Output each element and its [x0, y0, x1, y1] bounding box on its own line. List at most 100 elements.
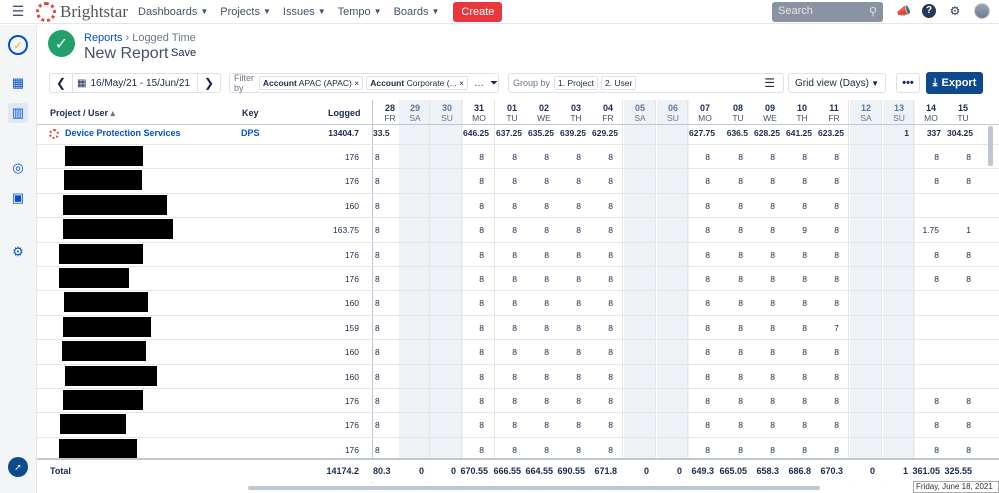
- user-day-value[interactable]: 1: [943, 225, 971, 235]
- day-header-03[interactable]: 03 TH: [560, 103, 592, 123]
- redacted-user-name[interactable]: [63, 194, 167, 215]
- user-day-value[interactable]: 8: [811, 396, 839, 406]
- user-day-value[interactable]: 8: [585, 445, 613, 455]
- day-header-05[interactable]: 05 SA: [624, 103, 656, 123]
- user-day-value[interactable]: 8: [521, 372, 549, 382]
- project-day-value[interactable]: 639.25: [558, 128, 586, 138]
- previous-period-button[interactable]: ❮: [50, 73, 72, 93]
- user-day-value[interactable]: 8: [553, 347, 581, 357]
- redacted-user-name[interactable]: [63, 316, 151, 337]
- user-day-value[interactable]: 8: [521, 420, 549, 430]
- user-day-value[interactable]: 8: [779, 152, 807, 162]
- user-day-value[interactable]: 8: [489, 274, 517, 284]
- nav-tempo[interactable]: Tempo ▼: [338, 6, 382, 18]
- user-day-value[interactable]: 8: [715, 298, 743, 308]
- user-day-value[interactable]: 8: [811, 176, 839, 186]
- user-day-value[interactable]: 8: [747, 201, 775, 211]
- filter-chip-account-corporate[interactable]: Account Corporate (... ×: [366, 76, 468, 90]
- user-day-value[interactable]: 8: [521, 152, 549, 162]
- user-day-value[interactable]: 8: [456, 152, 484, 162]
- day-header-09[interactable]: 09 WE: [754, 103, 786, 123]
- brand-logo[interactable]: Brightstar: [36, 1, 128, 22]
- user-day-value[interactable]: 8: [779, 274, 807, 284]
- user-day-value[interactable]: 8: [585, 201, 613, 211]
- user-day-value[interactable]: 8: [489, 201, 517, 211]
- user-day-value[interactable]: 8: [585, 250, 613, 260]
- day-header-14[interactable]: 14 MO: [915, 103, 947, 123]
- user-day-value[interactable]: 8: [456, 396, 484, 406]
- day-header-13[interactable]: 13 SU: [883, 103, 915, 123]
- day-header-15[interactable]: 15 TU: [947, 103, 979, 123]
- user-day-value[interactable]: 8: [585, 274, 613, 284]
- help-icon[interactable]: ?: [922, 4, 936, 18]
- user-day-value[interactable]: 8: [715, 176, 743, 186]
- user-day-value[interactable]: 8: [943, 445, 971, 455]
- user-day-value[interactable]: 8: [456, 445, 484, 455]
- project-name[interactable]: Device Protection Services: [65, 128, 181, 138]
- user-day-value[interactable]: 8: [715, 396, 743, 406]
- user-day-value[interactable]: 8: [489, 225, 517, 235]
- user-day-value[interactable]: 8: [682, 445, 710, 455]
- user-day-value[interactable]: 8: [682, 323, 710, 333]
- project-day-value[interactable]: 646.25: [461, 128, 489, 138]
- project-day-value[interactable]: 628.25: [752, 128, 780, 138]
- user-day-value[interactable]: 8: [779, 250, 807, 260]
- user-day-value[interactable]: 8: [715, 445, 743, 455]
- redacted-user-name[interactable]: [65, 146, 143, 166]
- user-day-value[interactable]: 8: [456, 298, 484, 308]
- day-header-29[interactable]: 29 SA: [399, 103, 431, 123]
- user-day-value[interactable]: 8: [682, 152, 710, 162]
- menu-icon[interactable]: ☰: [0, 3, 36, 20]
- user-day-value[interactable]: 8: [521, 347, 549, 357]
- user-day-value[interactable]: 8: [521, 250, 549, 260]
- user-day-value[interactable]: 8: [943, 250, 971, 260]
- user-day-value[interactable]: 8: [811, 274, 839, 284]
- user-day-value[interactable]: 8: [779, 372, 807, 382]
- gear-icon[interactable]: ⚙: [948, 4, 962, 18]
- nav-issues[interactable]: Issues ▼: [283, 6, 326, 18]
- settings-icon[interactable]: ⚙: [8, 242, 28, 262]
- user-day-value[interactable]: 8: [747, 396, 775, 406]
- user-day-value[interactable]: 8: [715, 420, 743, 430]
- project-day-value[interactable]: 623.25: [816, 128, 844, 138]
- horizontal-scrollbar[interactable]: [248, 486, 820, 490]
- create-button[interactable]: Create: [453, 1, 503, 22]
- user-day-value[interactable]: 8: [489, 176, 517, 186]
- user-day-value[interactable]: 8: [682, 176, 710, 186]
- user-day-value[interactable]: 8: [585, 420, 613, 430]
- user-day-value[interactable]: 8: [747, 225, 775, 235]
- user-day-value[interactable]: 8: [585, 152, 613, 162]
- user-day-value[interactable]: 8: [911, 274, 939, 284]
- group-chip-user[interactable]: 2. User: [600, 76, 637, 90]
- user-day-value[interactable]: 8: [715, 323, 743, 333]
- user-day-value[interactable]: 8: [375, 323, 403, 333]
- reports-icon[interactable]: ▥: [8, 103, 28, 123]
- user-day-value[interactable]: 8: [811, 225, 839, 235]
- project-day-value[interactable]: 337: [913, 128, 941, 138]
- user-day-value[interactable]: 8: [553, 152, 581, 162]
- user-day-value[interactable]: 8: [489, 396, 517, 406]
- project-day-value[interactable]: 629.25: [590, 128, 618, 138]
- more-actions-button[interactable]: •••: [896, 73, 920, 93]
- user-day-value[interactable]: 8: [521, 176, 549, 186]
- user-day-value[interactable]: 8: [456, 420, 484, 430]
- user-day-value[interactable]: 8: [456, 323, 484, 333]
- user-day-value[interactable]: 8: [553, 323, 581, 333]
- export-button[interactable]: ⤓ Export: [926, 72, 983, 94]
- user-day-value[interactable]: 8: [943, 152, 971, 162]
- user-day-value[interactable]: 8: [375, 176, 403, 186]
- user-day-value[interactable]: 8: [911, 420, 939, 430]
- user-day-value[interactable]: 8: [375, 250, 403, 260]
- user-day-value[interactable]: 8: [811, 420, 839, 430]
- user-day-value[interactable]: 8: [585, 323, 613, 333]
- user-day-value[interactable]: 8: [779, 445, 807, 455]
- user-day-value[interactable]: 8: [585, 372, 613, 382]
- user-day-value[interactable]: 8: [585, 176, 613, 186]
- filter-icon[interactable]: ⏷: [490, 78, 498, 89]
- project-day-value[interactable]: 1: [881, 128, 909, 138]
- user-day-value[interactable]: 8: [715, 250, 743, 260]
- view-select[interactable]: Grid view (Days) ▼: [788, 73, 886, 93]
- user-day-value[interactable]: 8: [811, 372, 839, 382]
- user-day-value[interactable]: 8: [375, 274, 403, 284]
- user-day-value[interactable]: 8: [375, 225, 403, 235]
